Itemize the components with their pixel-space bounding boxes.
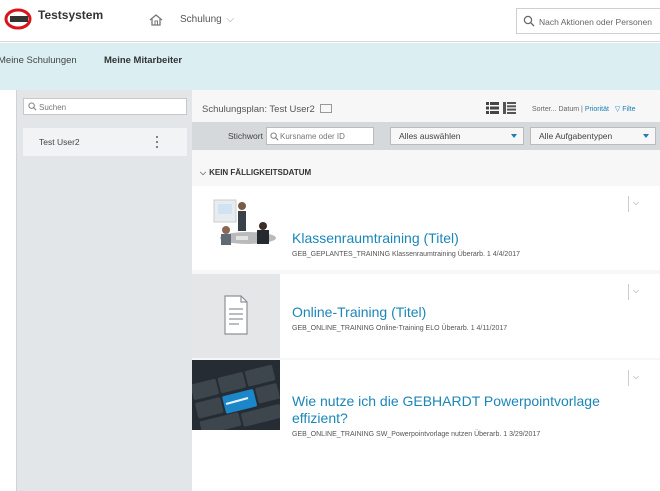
top-bar: Testsystem Schulung ⌵ Nach Aktionen oder… [0, 0, 660, 42]
caret-down-icon [511, 134, 517, 138]
classroom-photo-image [192, 186, 280, 270]
search-icon [28, 102, 37, 111]
keyword-search-input[interactable]: Kursname oder ID [266, 127, 374, 145]
training-plan-panel: Schulungsplan: Test User2 Sorter... Datu… [192, 90, 660, 491]
training-title[interactable]: Online-Training (Titel) [292, 304, 426, 321]
sort-label[interactable]: Sorter... [532, 106, 557, 113]
task-type-dropdown[interactable]: Alle Aufgabentypen [530, 127, 656, 145]
tab-meine-mitarbeiter[interactable]: Meine Mitarbeiter [104, 55, 182, 66]
user-name: Test User2 [39, 137, 80, 147]
view-toggle-icons[interactable] [486, 102, 516, 114]
company-logo-icon[interactable] [4, 8, 34, 30]
document-icon-image [192, 274, 280, 358]
plan-title-text: Schulungsplan: Test User2 [202, 104, 315, 115]
training-title[interactable]: Wie nutze ich die GEBHARDT Powerpointvor… [292, 393, 642, 427]
employee-search-placeholder: Suchen [39, 103, 67, 112]
sidebar-item-user[interactable]: Test User2 [23, 128, 187, 156]
nav-menu-label: Schulung [180, 14, 222, 25]
filter-bar: Stichwort Kursname oder ID Alles auswähl… [192, 122, 660, 150]
home-icon[interactable] [148, 12, 164, 28]
filter-label[interactable]: Filte [622, 106, 635, 113]
filter-icon[interactable]: ▽ [615, 106, 620, 113]
chevron-down-icon: ⌵ [633, 198, 640, 207]
chevron-down-icon: ⌵ [633, 372, 640, 381]
keyword-placeholder: Kursname oder ID [280, 132, 345, 141]
task-type-label: Alle Aufgabentypen [539, 131, 613, 141]
training-meta: GEB_ONLINE_TRAINING Online-Training ELO … [292, 325, 508, 332]
nav-menu-schulung[interactable]: Schulung ⌵ [180, 14, 234, 25]
training-card[interactable]: Klassenraumtraining (Titel) GEB_GEPLANTE… [192, 186, 660, 270]
select-all-label: Alles auswählen [399, 131, 461, 141]
app-title: Testsystem [38, 8, 104, 22]
group-heading-text: KEIN FÄLLIGKEITSDATUM [209, 168, 312, 177]
tab-bar: Meine Schulungen Meine Mitarbeiter [0, 43, 660, 90]
select-all-dropdown[interactable]: Alles auswählen [390, 127, 524, 145]
employee-sidebar: Suchen Test User2 [16, 90, 192, 491]
global-search-placeholder: Nach Aktionen oder Personen [539, 17, 652, 27]
learning-keyboard-photo-image [192, 360, 280, 430]
sort-controls: Sorter... Datum | Priorität ▽ Filte [532, 105, 635, 113]
expand-toggle[interactable]: ⌵ [628, 196, 640, 212]
plan-title: Schulungsplan: Test User2 [202, 103, 333, 115]
expand-toggle[interactable]: ⌵ [628, 284, 640, 300]
list-view-icon [486, 102, 499, 114]
group-heading[interactable]: ⌵ KEIN FÄLLIGKEITSDATUM [200, 168, 311, 178]
tab-meine-schulungen[interactable]: Meine Schulungen [0, 55, 77, 66]
caret-down-icon [643, 134, 649, 138]
employee-search-input[interactable]: Suchen [23, 98, 187, 115]
search-icon [270, 132, 279, 141]
training-meta: GEB_ONLINE_TRAINING SW_Powerpointvorlage… [292, 431, 541, 438]
global-search-input[interactable]: Nach Aktionen oder Personen [516, 8, 660, 34]
calendar-badge-icon[interactable] [320, 103, 333, 113]
more-options-icon[interactable] [155, 134, 159, 150]
training-meta: GEB_GEPLANTES_TRAINING Klassenraumtraini… [292, 251, 520, 258]
keyword-label: Stichwort [228, 131, 263, 141]
compact-list-view-icon [503, 102, 516, 114]
training-card[interactable]: Wie nutze ich die GEBHARDT Powerpointvor… [192, 360, 660, 491]
training-card[interactable]: Online-Training (Titel) GEB_ONLINE_TRAIN… [192, 274, 660, 358]
sort-priority[interactable]: Priorität [585, 106, 609, 113]
search-icon [523, 15, 535, 27]
sort-date[interactable]: Datum [558, 106, 579, 113]
training-title[interactable]: Klassenraumtraining (Titel) [292, 230, 459, 247]
expand-toggle[interactable]: ⌵ [628, 370, 640, 386]
chevron-down-icon: ⌵ [200, 168, 207, 177]
chevron-down-icon: ⌵ [633, 286, 640, 295]
chevron-down-icon: ⌵ [226, 14, 235, 25]
sort-separator: | [581, 106, 583, 113]
